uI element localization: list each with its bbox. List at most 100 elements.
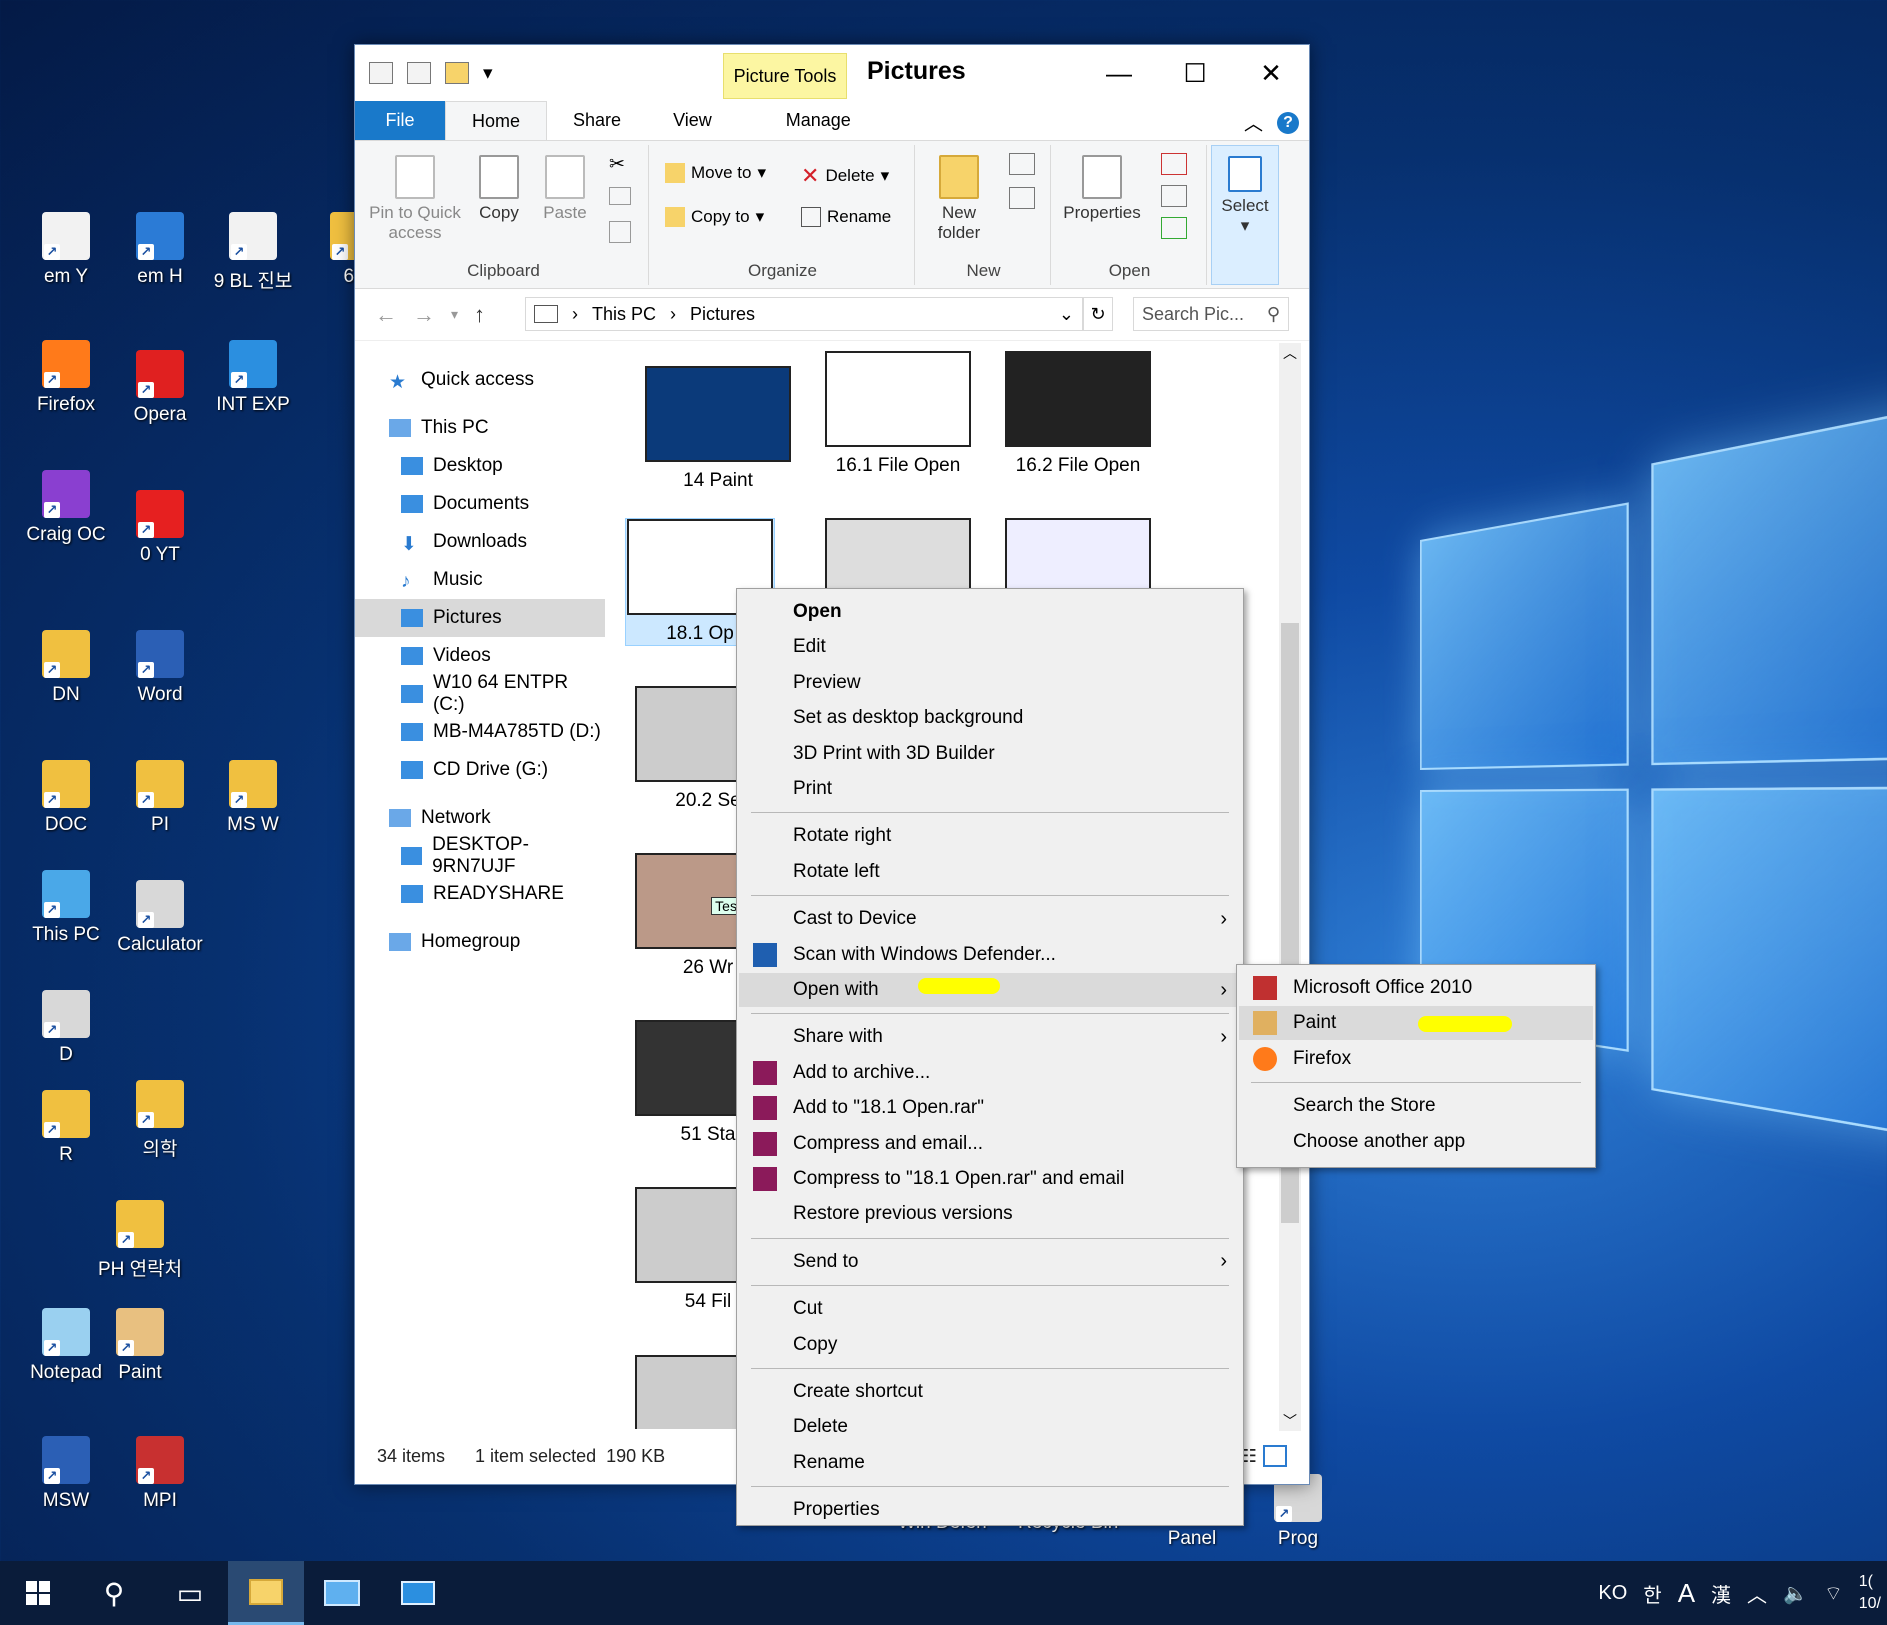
nav-item[interactable]: READYSHARE [355, 875, 605, 913]
ime-mode[interactable]: A [1678, 1578, 1695, 1609]
file-item[interactable]: 16.2 File Open [1003, 351, 1153, 477]
move-to-button[interactable]: Move to ▾ [665, 163, 766, 183]
menu-item[interactable]: Set as desktop background [739, 701, 1241, 735]
rename-button[interactable]: Rename [801, 207, 891, 227]
desktop-icon[interactable]: Paint [92, 1308, 188, 1384]
file-explorer-taskbar-icon[interactable] [228, 1561, 304, 1625]
desktop-icon[interactable]: Opera [112, 350, 208, 426]
nav-item[interactable]: This PC [355, 409, 605, 447]
ime-hangul[interactable]: 한 [1643, 1579, 1661, 1608]
menu-item[interactable]: Microsoft Office 2010 [1239, 971, 1593, 1005]
desktop-icon[interactable]: Craig OC [18, 470, 114, 546]
scrollbar[interactable]: ︿ ﹀ [1279, 343, 1301, 1431]
tab-view[interactable]: View [647, 101, 738, 140]
menu-item[interactable]: Send to › [739, 1245, 1241, 1279]
desktop-icon[interactable]: This PC [18, 870, 114, 946]
back-icon[interactable]: ← [375, 302, 397, 328]
nav-item[interactable]: W10 64 ENTPR (C:) [355, 672, 605, 715]
nav-item[interactable]: DESKTOP-9RN7UJF [355, 834, 605, 877]
menu-item[interactable]: Scan with Windows Defender... [739, 938, 1241, 972]
menu-item[interactable]: Compress to "18.1 Open.rar" and email [739, 1162, 1241, 1196]
maximize-button[interactable]: ☐ [1157, 45, 1233, 101]
edit-icon[interactable] [1161, 185, 1187, 207]
properties-quick-icon[interactable] [407, 62, 431, 84]
large-icons-view-icon[interactable] [1263, 1445, 1287, 1467]
desktop-icon[interactable]: 9 BL 진보 [205, 212, 301, 293]
tab-home[interactable]: Home [445, 101, 548, 140]
desktop-icon[interactable]: em Y [18, 212, 114, 288]
menu-item[interactable]: Rotate left [739, 855, 1241, 889]
desktop-icon[interactable]: R [18, 1090, 114, 1166]
search-input[interactable]: Search Pic... ⚲ [1133, 297, 1289, 331]
path-box[interactable]: › This PC › Pictures ⌄ [525, 297, 1083, 331]
menu-item[interactable]: Choose another app [1239, 1125, 1593, 1159]
tab-file[interactable]: File [355, 101, 445, 140]
menu-item[interactable]: Copy [739, 1328, 1241, 1362]
select-button[interactable]: Select ▾ [1216, 150, 1274, 236]
tab-manage[interactable]: Manage [760, 101, 877, 140]
desktop-icon[interactable]: DOC [18, 760, 114, 836]
menu-item[interactable]: Add to "18.1 Open.rar" [739, 1091, 1241, 1125]
desktop-icon[interactable]: 0 YT [112, 490, 208, 566]
clock[interactable]: 1(10/ [1859, 1571, 1881, 1615]
language-indicator[interactable]: KO [1598, 1582, 1627, 1605]
desktop-icon[interactable]: em H [112, 212, 208, 288]
paste-button[interactable]: Paste [537, 149, 593, 223]
address-dropdown-icon[interactable]: ⌄ [1059, 304, 1074, 325]
recent-locations-icon[interactable]: ▾ [451, 306, 458, 323]
desktop-icon[interactable]: PI [112, 760, 208, 836]
scroll-up-icon[interactable]: ︿ [1279, 343, 1301, 363]
menu-item[interactable]: Print [739, 772, 1241, 806]
computer-taskbar-icon[interactable] [304, 1561, 380, 1625]
nav-item[interactable]: CD Drive (G:) [355, 751, 605, 789]
task-view-icon[interactable]: ▭ [152, 1561, 228, 1625]
menu-item[interactable]: Open [739, 595, 1241, 629]
window-menu-icon[interactable] [369, 62, 393, 84]
nav-item[interactable]: ★ Quick access [355, 361, 605, 399]
menu-item[interactable]: Delete [739, 1410, 1241, 1444]
copy-to-button[interactable]: Copy to ▾ [665, 207, 764, 227]
new-item-icon[interactable] [1009, 153, 1035, 175]
nav-item[interactable]: Network [355, 799, 605, 837]
nav-item[interactable]: ⬇ Downloads [355, 523, 605, 561]
menu-item[interactable]: Restore previous versions [739, 1197, 1241, 1231]
menu-item[interactable]: Rotate right [739, 819, 1241, 853]
file-item[interactable]: 16.1 File Open [823, 351, 973, 477]
desktop-icon[interactable]: INT EXP [205, 340, 301, 416]
ime-hanja[interactable]: 漢 [1711, 1579, 1731, 1608]
menu-item[interactable]: Add to archive... [739, 1056, 1241, 1090]
pin-quick-access-button[interactable]: Pin to Quick access [365, 149, 465, 243]
refresh-icon[interactable]: ↻ [1083, 297, 1113, 331]
desktop-icon[interactable]: MPI [112, 1436, 208, 1512]
nav-item[interactable]: Documents [355, 485, 605, 523]
new-folder-button[interactable]: New folder [921, 149, 997, 243]
show-hidden-icons[interactable]: ︿ [1747, 1579, 1767, 1608]
nav-item[interactable]: Videos [355, 637, 605, 675]
copy-path-icon[interactable] [609, 187, 631, 205]
menu-item[interactable]: Properties [739, 1493, 1241, 1527]
nav-item[interactable]: Homegroup [355, 923, 605, 961]
search-taskbar-icon[interactable]: ⚲ [76, 1561, 152, 1625]
file-item[interactable]: 14 Paint [643, 365, 793, 492]
menu-item[interactable]: Paint [1239, 1006, 1593, 1041]
properties-button[interactable]: Properties [1057, 149, 1147, 223]
forward-icon[interactable]: → [413, 302, 435, 328]
open-icon[interactable] [1161, 153, 1187, 175]
nav-item[interactable]: Pictures [355, 599, 605, 637]
tab-share[interactable]: Share [547, 101, 647, 140]
desktop-icon[interactable]: DN [18, 630, 114, 706]
network-tray-icon[interactable]: ⌔ [1824, 1581, 1843, 1606]
desktop-icon[interactable]: Firefox [18, 340, 114, 416]
menu-item[interactable]: Rename [739, 1446, 1241, 1480]
breadcrumb-this-pc[interactable]: This PC [592, 304, 656, 325]
desktop-icon[interactable]: MSW [18, 1436, 114, 1512]
menu-item[interactable]: Preview [739, 666, 1241, 700]
desktop-icon[interactable]: MS W [205, 760, 301, 836]
desktop-icon[interactable]: Prog [1250, 1474, 1346, 1550]
menu-item[interactable]: Cut [739, 1292, 1241, 1326]
menu-item[interactable]: Create shortcut [739, 1375, 1241, 1409]
close-button[interactable]: ✕ [1233, 45, 1309, 101]
up-icon[interactable]: ↑ [474, 302, 485, 328]
nav-item[interactable]: MB-M4A785TD (D:) [355, 713, 605, 751]
volume-icon[interactable]: 🔈 [1783, 1581, 1808, 1606]
